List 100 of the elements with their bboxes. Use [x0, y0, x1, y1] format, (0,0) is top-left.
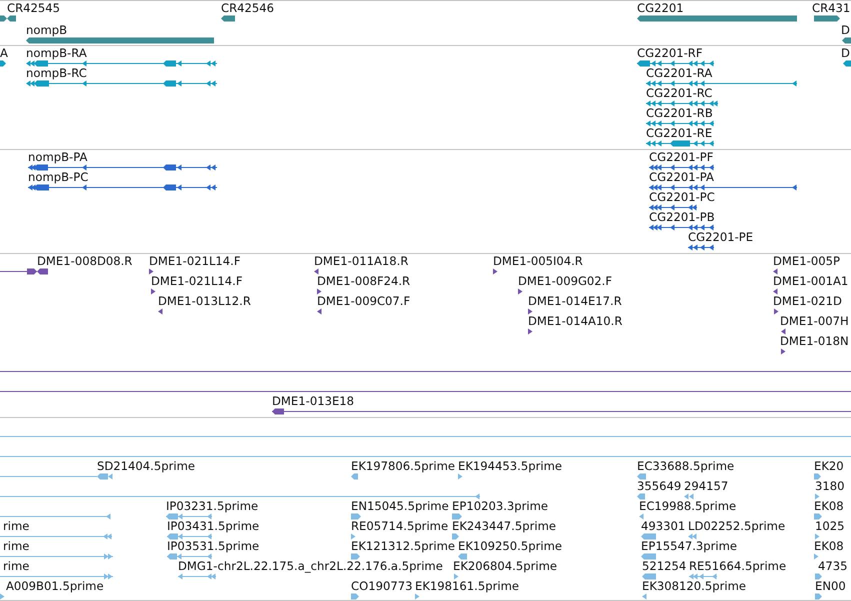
transcript-glyph[interactable]	[646, 120, 714, 126]
feature-label: CG2201-RC	[646, 87, 712, 99]
est-glyph[interactable]	[0, 552, 113, 560]
est-glyph[interactable]	[642, 592, 646, 600]
est-glyph[interactable]	[351, 592, 359, 600]
feature-label: DME1-009G02.F	[518, 275, 612, 287]
est-glyph[interactable]	[351, 552, 360, 560]
est-glyph[interactable]	[167, 552, 212, 560]
est-glyph[interactable]	[351, 472, 358, 480]
est-glyph[interactable]	[458, 552, 467, 560]
clone-glyph[interactable]	[774, 308, 778, 314]
feature-label: EP10203.3prime	[452, 500, 548, 512]
est-glyph[interactable]	[178, 572, 216, 580]
est-glyph[interactable]	[351, 532, 356, 540]
clone-glyph[interactable]	[773, 268, 778, 274]
transcript-glyph[interactable]	[0, 60, 6, 66]
est-glyph[interactable]	[351, 512, 361, 520]
gene-glyph[interactable]	[7, 14, 16, 22]
est-glyph[interactable]	[637, 492, 645, 500]
clone-glyph[interactable]	[493, 268, 498, 274]
feature-label: D	[841, 47, 850, 59]
clone-glyph[interactable]	[773, 288, 778, 294]
est-glyph[interactable]	[814, 552, 818, 560]
est-glyph[interactable]	[637, 472, 646, 480]
feature-label: EK20	[814, 460, 844, 472]
protein-glyph[interactable]	[649, 164, 714, 170]
est-glyph[interactable]	[454, 572, 458, 580]
est-glyph[interactable]	[0, 592, 4, 600]
est-glyph[interactable]	[815, 492, 820, 500]
clone-glyph[interactable]	[317, 288, 322, 294]
est-glyph[interactable]	[452, 512, 462, 520]
est-glyph[interactable]	[641, 552, 656, 560]
est-glyph[interactable]	[688, 532, 696, 540]
est-glyph[interactable]	[815, 532, 820, 540]
est-glyph[interactable]	[689, 572, 717, 580]
est-glyph[interactable]	[639, 512, 644, 520]
protein-glyph[interactable]	[28, 184, 217, 190]
feature-label: EK198161.5prime	[415, 580, 520, 592]
protein-glyph[interactable]	[688, 244, 714, 250]
est-glyph[interactable]	[642, 572, 656, 580]
est-glyph[interactable]	[0, 572, 113, 580]
clone-glyph[interactable]	[151, 288, 156, 294]
clone-glyph[interactable]	[158, 308, 162, 314]
clone-glyph[interactable]	[272, 408, 851, 414]
gene-glyph[interactable]	[221, 14, 235, 22]
transcript-glyph[interactable]	[26, 60, 217, 66]
feature-label: nompB-RC	[26, 67, 87, 79]
protein-glyph[interactable]	[649, 184, 797, 190]
est-glyph[interactable]	[452, 532, 459, 540]
gene-glyph[interactable]	[637, 14, 797, 22]
clone-glyph[interactable]	[781, 328, 786, 334]
feature-label: rime	[3, 560, 30, 572]
est-glyph[interactable]	[684, 492, 694, 500]
transcript-glyph[interactable]	[26, 80, 217, 86]
transcript-glyph[interactable]	[646, 100, 718, 106]
est-glyph[interactable]	[815, 592, 822, 600]
feature-label: EC19988.5prime	[639, 500, 736, 512]
protein-glyph[interactable]	[28, 164, 217, 170]
est-glyph[interactable]	[458, 472, 462, 480]
feature-label: DME1-005P	[773, 255, 840, 267]
est-glyph[interactable]	[0, 512, 110, 520]
gene-glyph[interactable]	[814, 14, 840, 22]
clone-glyph[interactable]	[528, 308, 532, 314]
est-glyph[interactable]	[97, 472, 112, 480]
est-glyph[interactable]	[0, 492, 480, 500]
est-glyph[interactable]	[814, 512, 822, 520]
feature-label: DMG1-chr2L.22.175.a_chr2L.22.176.a.5prime	[178, 560, 443, 572]
gene-glyph[interactable]	[842, 36, 851, 44]
clone-glyph[interactable]	[317, 308, 322, 314]
clone-glyph[interactable]	[314, 268, 318, 274]
est-glyph[interactable]	[0, 532, 112, 540]
gene-glyph[interactable]	[0, 14, 7, 22]
est-glyph[interactable]	[166, 512, 212, 520]
clone-glyph[interactable]	[149, 268, 154, 274]
est-glyph[interactable]	[167, 532, 212, 540]
est-glyph[interactable]	[814, 472, 821, 480]
transcript-glyph[interactable]	[646, 80, 797, 86]
est-glyph[interactable]	[415, 592, 420, 600]
clone-glyph[interactable]	[518, 288, 522, 294]
transcript-glyph[interactable]	[637, 60, 714, 66]
est-glyph[interactable]	[815, 572, 822, 580]
clone-glyph[interactable]	[37, 268, 48, 274]
feature-label: A009B01.5prime	[6, 580, 104, 592]
est-glyph[interactable]	[641, 532, 656, 540]
feature-label: EN15045.5prime	[351, 500, 449, 512]
feature-label: EC33688.5prime	[637, 460, 734, 472]
protein-glyph[interactable]	[649, 224, 714, 230]
clone-glyph[interactable]	[781, 348, 786, 354]
feature-label: DME1-018N	[780, 335, 849, 347]
protein-glyph[interactable]	[649, 204, 697, 210]
transcript-glyph[interactable]	[646, 140, 714, 146]
clone-glyph[interactable]	[528, 328, 532, 334]
feature-label: EP15547.3prime	[641, 540, 738, 552]
gene-glyph[interactable]	[26, 36, 214, 44]
feature-label: EK109250.5prime	[458, 540, 562, 552]
transcript-glyph[interactable]	[843, 60, 851, 66]
feature-label: nompB-RA	[26, 47, 87, 59]
feature-label: DME1-013L12.R	[158, 295, 251, 307]
feature-label: CG2201-PB	[649, 211, 715, 223]
feature-label: 355649	[637, 480, 682, 492]
